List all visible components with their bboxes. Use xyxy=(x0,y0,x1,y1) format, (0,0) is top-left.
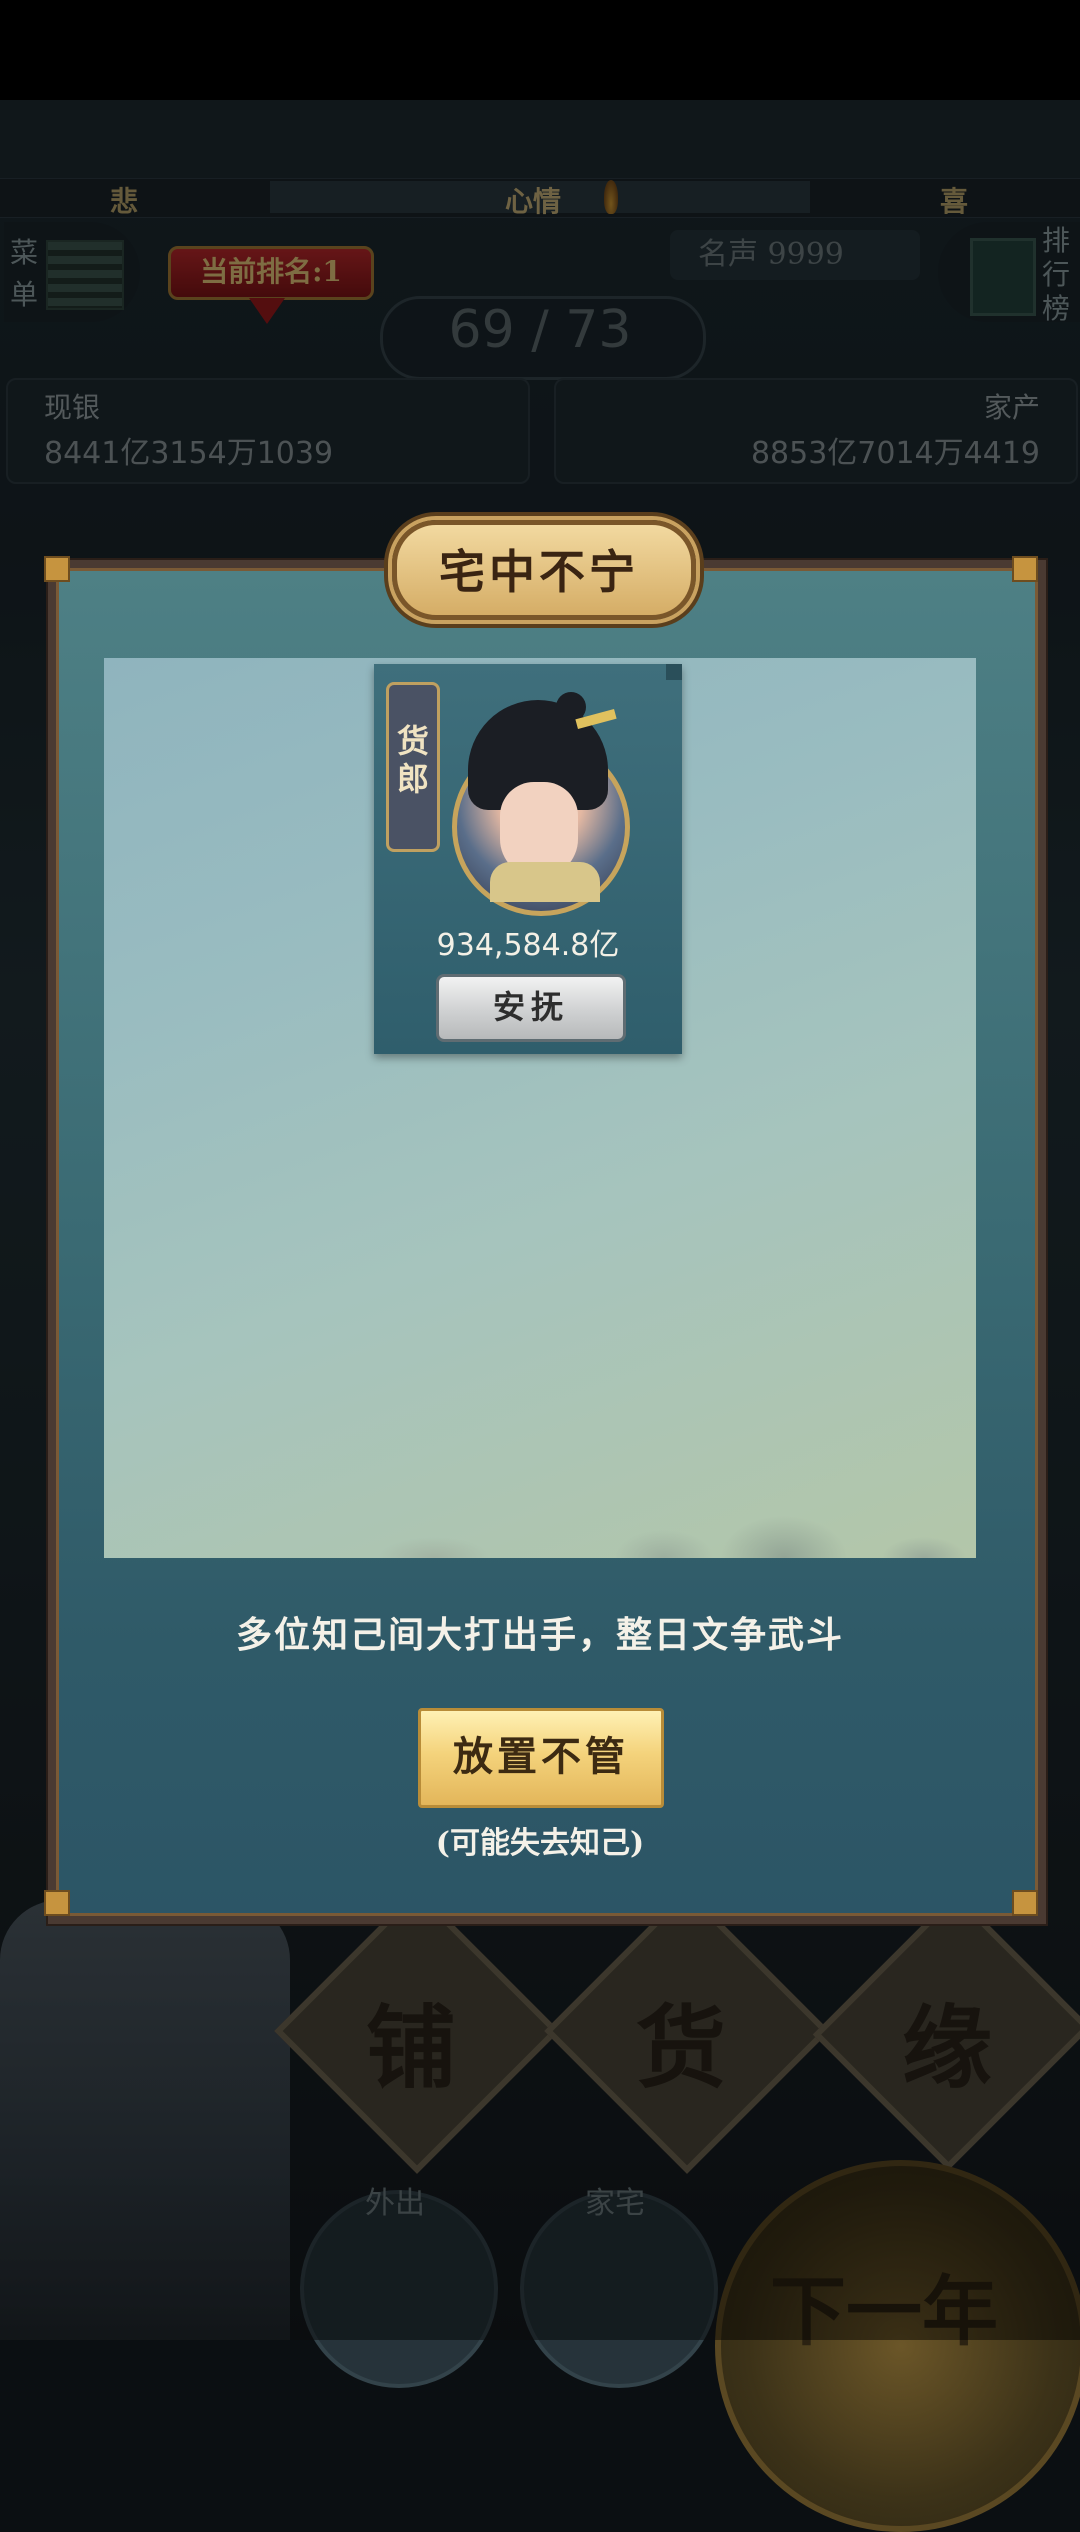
corner-ornament xyxy=(1012,556,1038,582)
status-bar xyxy=(0,0,1080,100)
ignore-button[interactable]: 放置不管 xyxy=(418,1708,664,1808)
soothe-button[interactable]: 安抚 xyxy=(436,974,626,1042)
event-message: 多位知己间大打出手，整日文争武斗 xyxy=(235,1614,844,1656)
ignore-warning: (可能失去知己) xyxy=(435,1826,645,1861)
corner-ornament xyxy=(44,1890,70,1916)
avatar-collar xyxy=(490,862,600,902)
confidant-wealth: 934,584.8亿 xyxy=(436,928,620,963)
dialog-title: 宅中不宁 xyxy=(439,545,639,599)
card-corner xyxy=(666,664,682,680)
corner-ornament xyxy=(44,556,70,582)
mountain-illustration xyxy=(104,1438,976,1558)
corner-ornament xyxy=(1012,1890,1038,1916)
role-label: 货郎 xyxy=(396,722,429,798)
